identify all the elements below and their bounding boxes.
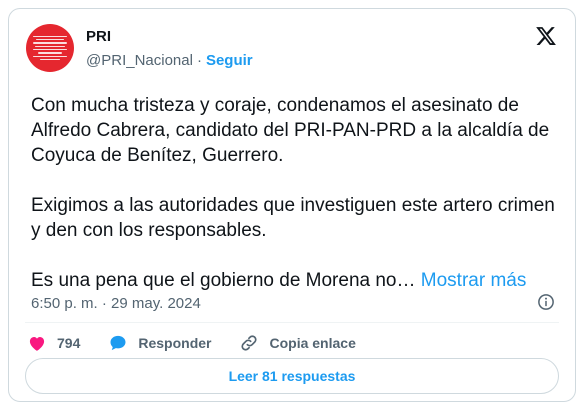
like-button[interactable]: 794	[27, 333, 80, 353]
tweet-paragraph-1: Con mucha tristeza y coraje, condenamos …	[31, 95, 550, 166]
tweet-paragraph-3-row: Es una pena que el gobierno de Morena no…	[31, 268, 561, 293]
handle[interactable]: @PRI_Nacional	[86, 52, 193, 69]
copy-link-label: Copia enlace	[269, 335, 356, 351]
reply-button[interactable]: Responder	[108, 333, 211, 353]
like-count: 794	[57, 335, 81, 351]
separator-dot: ·	[196, 52, 202, 69]
reply-bubble-icon	[110, 335, 126, 351]
timestamp[interactable]: 6:50 p. m. · 29 may. 2024	[31, 295, 201, 312]
reply-label: Responder	[138, 335, 212, 351]
tweet-paragraph-3: Es una pena que el gobierno de Morena no…	[31, 270, 416, 291]
info-icon[interactable]	[537, 293, 555, 311]
heart-icon	[29, 337, 45, 351]
avatar-text-graphic	[33, 35, 67, 61]
follow-button[interactable]: Seguir	[206, 52, 253, 69]
tweet-card: PRI @PRI_Nacional · Seguir Con mucha trist…	[8, 8, 576, 402]
display-name[interactable]: PRI	[86, 28, 111, 45]
x-logo-icon[interactable]	[535, 25, 557, 47]
read-replies-label: Leer 81 respuestas	[228, 368, 356, 384]
action-bar: 794 Responder Copia enlace	[27, 331, 384, 355]
link-icon	[241, 335, 258, 351]
handle-row: @PRI_Nacional · Seguir	[86, 52, 253, 69]
divider	[25, 322, 559, 323]
tweet-paragraph-2: Exigimos a las autoridades que investigu…	[31, 195, 555, 241]
read-replies-button[interactable]: Leer 81 respuestas	[25, 358, 559, 394]
show-more-link[interactable]: Mostrar más	[421, 270, 527, 291]
avatar[interactable]	[26, 24, 74, 72]
tweet-text: Con mucha tristeza y coraje, condenamos …	[31, 93, 561, 293]
copy-link-button[interactable]: Copia enlace	[239, 333, 356, 353]
